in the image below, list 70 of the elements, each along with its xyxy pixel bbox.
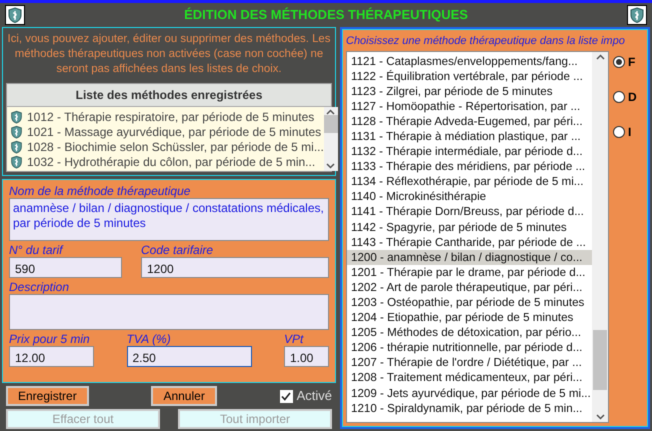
text-area[interactable] xyxy=(9,294,329,330)
scroll-down-icon[interactable] xyxy=(596,414,604,420)
window-title: ÉDITION DES MÉTHODES THÉRAPEUTIQUES xyxy=(184,6,468,24)
radio-label: I xyxy=(628,124,632,140)
radio-button[interactable] xyxy=(613,126,625,138)
list-item[interactable]: 1128 - Thérapie Adveda-Eugemed, par péri... xyxy=(347,114,592,129)
scrollbar[interactable] xyxy=(324,107,338,171)
scroll-up-icon[interactable] xyxy=(326,109,336,115)
list-item[interactable]: 1012 - Thérapie respiratoire, par période de 5 minutes xyxy=(7,109,324,124)
list-item[interactable]: 1032 - Hydrothérapie du côlon, par période de 5 min... xyxy=(7,154,324,169)
shield-icon xyxy=(10,110,23,124)
list-item[interactable]: 1203 - Ostéopathie, par période de 5 minutes xyxy=(347,295,592,310)
field-label: Prix pour 5 min xyxy=(9,332,91,346)
field-label: TVA (%) xyxy=(126,332,172,346)
list-item[interactable]: 1205 - Méthodes de détoxication, par pério... xyxy=(347,325,592,340)
button[interactable]: Annuler xyxy=(151,386,217,406)
list-item[interactable]: 1131 - Thérapie à médiation plastique, par ... xyxy=(347,128,592,144)
list-item[interactable]: 1140 - Microkinésithérapie xyxy=(347,189,592,204)
text-area[interactable]: anamnèse / bilan / diagnostique / constatations médicales, par période de 5 minutes xyxy=(9,198,329,241)
radio-label: D xyxy=(628,88,637,106)
shield-icon xyxy=(10,140,23,154)
list-item[interactable]: 1142 - Spagyrie, par période de 5 minutes xyxy=(347,220,592,235)
input-field[interactable]: 590 xyxy=(9,257,122,278)
scroll-down-icon[interactable] xyxy=(326,163,336,169)
list-item[interactable]: 1121 - Cataplasmes/enveloppements/fang... xyxy=(347,54,592,69)
list-label: Choisissez une méthode thérapeutique dans la liste impo xyxy=(346,34,626,49)
field-label: Nom de la méthode thérapeutique xyxy=(9,184,192,198)
list-item[interactable]: 1028 - Biochimie selon Schüssler, par période de 5 mi... xyxy=(7,139,324,154)
list-item[interactable]: 1123 - Zilgrei, par période de 5 minutes xyxy=(347,84,592,99)
list-item[interactable]: 1206 - thérapie nutritionnelle, par période d... xyxy=(347,340,592,356)
list-item[interactable]: 1209 - Jets ayurvédique, par période de 5 mi... xyxy=(347,386,592,401)
radio-label: F xyxy=(628,54,636,70)
list-item[interactable]: 1210 - Spiraldynamik, par période de 5 min... xyxy=(347,400,592,416)
checkbox-label: Activé xyxy=(296,387,332,406)
scroll-thumb[interactable] xyxy=(593,330,607,390)
scroll-thumb[interactable] xyxy=(324,115,338,133)
list-item[interactable]: 1134 - Réflexothérapie, par période de 5 mi... xyxy=(347,174,592,190)
input-field[interactable]: 2.50 xyxy=(126,346,252,367)
list-item[interactable]: 1133 - Thérapie des méridiens, par période ... xyxy=(347,159,592,174)
list-item[interactable]: 1208 - Traitement médicamenteux, par péri... xyxy=(347,370,592,386)
scroll-up-icon[interactable] xyxy=(596,54,604,60)
input-field[interactable]: 12.00 xyxy=(9,346,94,367)
radio-button[interactable] xyxy=(613,90,625,102)
field-label: VPt xyxy=(284,332,305,346)
list-header: Liste des méthodes enregistrées xyxy=(7,84,331,107)
list-item[interactable]: 1127 - Homöopathie - Répertorisation, par ... xyxy=(347,98,592,114)
list-item[interactable]: 1201 - Thérapie par le drame, par période d... xyxy=(347,264,592,280)
list-item[interactable]: 1141 - Thérapie Dorn/Breuss, par période d... xyxy=(347,204,592,220)
app-icon xyxy=(627,5,647,25)
button[interactable]: Enregistrer xyxy=(6,386,89,406)
scrollbar[interactable] xyxy=(592,52,608,422)
field-label: N° du tarif xyxy=(9,243,64,257)
radio-button[interactable] xyxy=(613,56,625,68)
shield-icon xyxy=(10,154,23,168)
input-field[interactable]: 1200 xyxy=(141,257,329,278)
list-item[interactable]: 1143 - Thérapie Cantharide, par période de ... xyxy=(347,234,592,250)
checkbox[interactable] xyxy=(280,390,293,402)
list-item[interactable]: 1200 - anamnèse / bilan / diagnostique / co... xyxy=(347,250,592,265)
app-icon xyxy=(5,5,25,25)
list-item[interactable]: 1207 - Thérapie de l'ordre / Diététique, par ... xyxy=(347,355,592,370)
input-field[interactable]: 1.00 xyxy=(284,346,329,367)
shield-icon xyxy=(10,124,23,138)
list-item[interactable]: 1021 - Massage ayurvédique, par période de 5 minutes xyxy=(7,124,324,139)
list-item[interactable]: 1204 - Etiopathie, par période de 5 minutes xyxy=(347,310,592,326)
info-text: Ici, vous pouvez ajouter, éditer ou supprimer des méthodes. Les méthodes thérapeutiques non activées (case non cochée) ne seront pas affichées dans les listes de choix. xyxy=(6,32,332,77)
list-item[interactable]: 1132 - Thérapie intermédiale, par période d... xyxy=(347,144,592,160)
list-item[interactable]: 1202 - Art de parole thérapeutique, par péri... xyxy=(347,280,592,295)
list-item[interactable]: 1122 - Équilibration vertébrale, par période ... xyxy=(347,68,592,84)
field-label: Code tarifaire xyxy=(141,243,214,257)
field-label: Description xyxy=(9,280,70,294)
